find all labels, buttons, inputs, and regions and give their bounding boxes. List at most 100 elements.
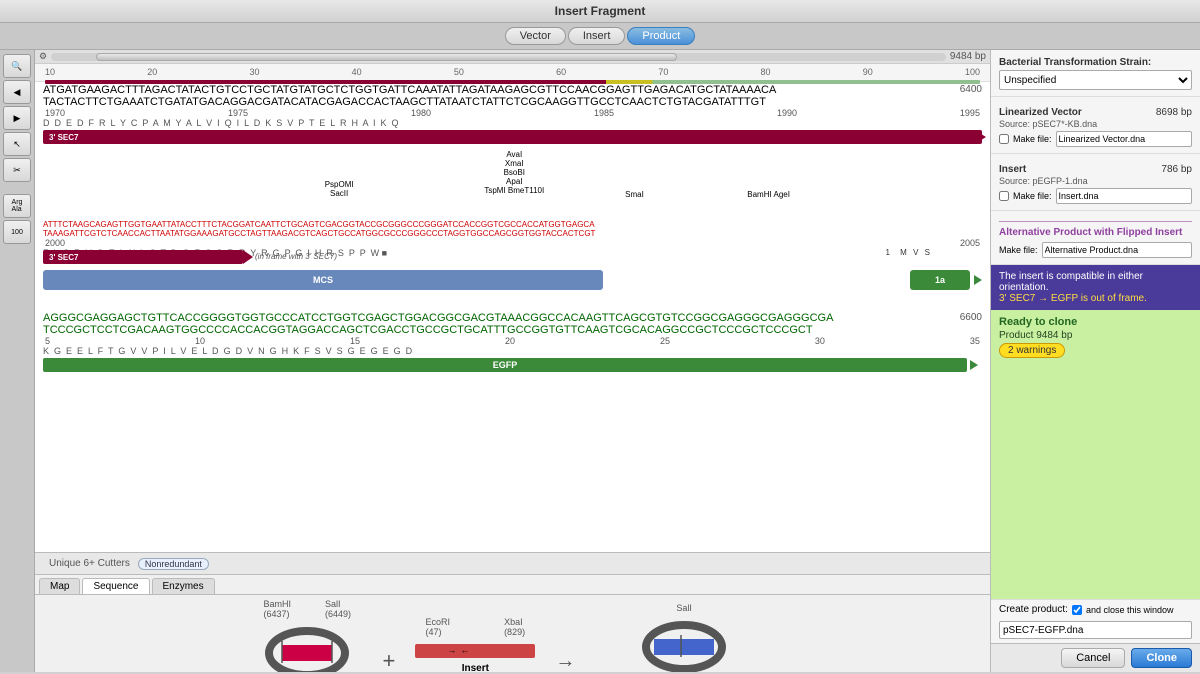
arg-button[interactable]: ArgAla xyxy=(3,194,31,218)
alt-make-file-input[interactable] xyxy=(1042,242,1192,258)
feature-mcs: MCS xyxy=(43,270,603,290)
feature-sec7-2: 3' SEC7 xyxy=(43,250,243,264)
create-product-checkbox[interactable] xyxy=(1072,605,1082,615)
lv-bp: 8698 bp xyxy=(1156,107,1192,118)
unique-cutters-label: Unique 6+ Cutters xyxy=(41,556,138,571)
product-circle-svg xyxy=(639,617,729,672)
sequence-view[interactable]: ⚙ 9484 bp 10 20 30 40 50 60 70 80 90 xyxy=(35,50,990,552)
scroll-track[interactable] xyxy=(51,53,946,61)
create-product-label: Create product: xyxy=(999,604,1068,615)
feature-egfp-1: 1a xyxy=(910,270,970,290)
arrow-sign: → xyxy=(555,650,575,673)
info-line2: 3' SEC7 → EGFP is out of frame. xyxy=(999,293,1192,304)
insert-make-file-label: Make file: xyxy=(1013,191,1052,201)
alt-product-section: Alternative Product with Flipped Insert … xyxy=(991,211,1200,265)
seq-line-1b: TACTACTTCTGAAATCTGATATGACAGGACGATACATACG… xyxy=(43,96,982,108)
select-button[interactable]: ↖ xyxy=(3,132,31,156)
seq-line-3b: TCCCGCTCCTCGACAAGTGGCCCCACCACGGTAGGACCAG… xyxy=(43,324,982,336)
lv-source: Source: pSEC7*-KB.dna xyxy=(999,119,1192,129)
arrow-left-button[interactable]: ◀ xyxy=(3,80,31,104)
bp-indicator: 9484 bp xyxy=(950,51,986,62)
transformation-select[interactable]: Unspecified xyxy=(999,70,1192,90)
insert-make-file-checkbox[interactable] xyxy=(999,191,1009,201)
cancel-button[interactable]: Cancel xyxy=(1061,648,1125,668)
bottom-tab-enzymes[interactable]: Enzymes xyxy=(152,578,215,594)
transformation-section: Bacterial Transformation Strain: Unspeci… xyxy=(991,50,1200,97)
linearized-vector-section: Linearized Vector 8698 bp Source: pSEC7*… xyxy=(991,97,1200,154)
vector-cut1: BamHI(6437) xyxy=(263,599,291,619)
product-cut1: SalI xyxy=(676,603,692,613)
plus-sign: + xyxy=(382,648,395,672)
aa-line-3: K G E E L F T G V V P I L V E L D G D V … xyxy=(43,346,982,356)
close-window-label: and close this window xyxy=(1086,605,1174,615)
scroll-thumb[interactable] xyxy=(96,53,678,61)
count-button[interactable]: 100 xyxy=(3,220,31,244)
restriction-sites-block: AvaI XmaI BsoBI ApaI TspMI BmeT110I PspO… xyxy=(35,150,990,250)
ready-box: Ready to clone Product 9484 bp 2 warning… xyxy=(991,310,1200,599)
vector-circle-svg xyxy=(262,623,352,672)
seq-block-1: 6400 ATGATGAAGACTTTAGACTATACTGTCCTGCTATG… xyxy=(35,82,990,150)
bottom-panel: Unique 6+ Cutters Nonredundant Map Seque… xyxy=(35,552,990,672)
bottom-tabs: Map Sequence Enzymes xyxy=(35,575,990,595)
alt-make-file-label: Make file: xyxy=(999,245,1038,255)
seq-line-1a: ATGATGAAGACTTTAGACTATACTGTCCTGCTATGTATGC… xyxy=(43,84,982,96)
insert-label-r: Insert xyxy=(999,164,1026,175)
zoom-in-button[interactable]: 🔍 xyxy=(3,54,31,78)
create-product-row: Create product: and close this window xyxy=(991,599,1200,619)
clone-diagram: BamHI(6437) SalI(6449) Vector 8698 bp ..… xyxy=(35,595,990,672)
tab-vector[interactable]: Vector xyxy=(505,27,566,45)
lv-make-file-row: Make file: xyxy=(999,131,1192,147)
insert-cut2: XbaI(829) xyxy=(504,617,525,637)
bottom-tab-sequence[interactable]: Sequence xyxy=(82,578,149,594)
arrow-right-button[interactable]: ▶ xyxy=(3,106,31,130)
center-panel: ⚙ 9484 bp 10 20 30 40 50 60 70 80 90 xyxy=(35,50,990,672)
right-panel: Bacterial Transformation Strain: Unspeci… xyxy=(990,50,1200,672)
feature-egfp-2: EGFP xyxy=(43,358,982,374)
alt-make-file-row: Make file: xyxy=(999,242,1192,258)
year-labels-1: 1970 1975 1980 1985 1990 1995 xyxy=(43,108,982,118)
bottom-panel-header: Unique 6+ Cutters Nonredundant xyxy=(35,553,990,575)
bottom-buttons: Cancel Clone xyxy=(991,643,1200,672)
diagram-vector: BamHI(6437) SalI(6449) Vector 8698 bp ..… xyxy=(252,599,362,672)
feature-sec7-1: 3' SEC7 xyxy=(43,130,982,146)
nonredundant-badge[interactable]: Nonredundant xyxy=(138,558,209,570)
tab-bar: Vector Insert Product xyxy=(0,23,1200,50)
seq-block-3: 6600 AGGGCGAGGAGCTGTTCACCGGGGTGGTGCCCATC… xyxy=(35,310,990,378)
diagram-product: SalI Product Product 9484 bp ...ACGGATCA… xyxy=(595,603,773,673)
warnings-badge[interactable]: 2 warnings xyxy=(999,343,1065,358)
insert-make-file-input[interactable] xyxy=(1056,188,1192,204)
bottom-tab-map[interactable]: Map xyxy=(39,578,80,594)
vector-cut2: SalI(6449) xyxy=(325,599,351,619)
diagram-insert: EcoRI(47) XbaI(829) → ← Insert 786 bp xyxy=(415,617,535,673)
insert-cut1: EcoRI(47) xyxy=(426,617,451,637)
seq-line-3a: AGGGCGAGGAGCTGTTCACCGGGGTGGTGCCCATCCTGGT… xyxy=(43,312,982,324)
aa-line-1: D D E D F R L Y C P A M Y A L V I Q I L … xyxy=(43,118,982,128)
window-title: Insert Fragment xyxy=(555,4,646,18)
lv-make-file-label: Make file: xyxy=(1013,134,1052,144)
alt-product-label: Alternative Product with Flipped Insert xyxy=(999,227,1182,238)
scrollbar-top[interactable]: ⚙ 9484 bp xyxy=(35,50,990,64)
left-toolbar: 🔍 ◀ ▶ ↖ ✂ ArgAla 100 xyxy=(0,50,35,672)
ruler: 10 20 30 40 50 60 70 80 90 100 xyxy=(35,64,990,82)
lv-make-file-checkbox[interactable] xyxy=(999,134,1009,144)
ready-title: Ready to clone xyxy=(999,316,1192,328)
main-layout: 🔍 ◀ ▶ ↖ ✂ ArgAla 100 ⚙ 9484 bp 10 20 xyxy=(0,50,1200,672)
scissors-button[interactable]: ✂ xyxy=(3,158,31,182)
info-line1: The insert is compatible in either orien… xyxy=(999,271,1192,293)
product-bp-line: Product 9484 bp xyxy=(999,330,1192,341)
frame-note: (in frame with 3' SEC7) xyxy=(255,252,337,261)
product-filename-row xyxy=(991,619,1200,643)
info-box: The insert is compatible in either orien… xyxy=(991,265,1200,310)
title-bar: Insert Fragment xyxy=(0,0,1200,23)
lv-label: Linearized Vector xyxy=(999,107,1082,118)
lv-make-file-input[interactable] xyxy=(1056,131,1192,147)
insert-make-file-row: Make file: xyxy=(999,188,1192,204)
insert-section: Insert 786 bp Source: pEGFP-1.dna Make f… xyxy=(991,154,1200,211)
insert-bp-r: 786 bp xyxy=(1161,164,1192,175)
transformation-label: Bacterial Transformation Strain: xyxy=(999,57,1151,68)
product-filename-input[interactable] xyxy=(999,621,1192,639)
tab-insert[interactable]: Insert xyxy=(568,27,626,45)
clone-button[interactable]: Clone xyxy=(1131,648,1192,668)
tab-product[interactable]: Product xyxy=(627,27,695,45)
insert-source: Source: pEGFP-1.dna xyxy=(999,176,1192,186)
